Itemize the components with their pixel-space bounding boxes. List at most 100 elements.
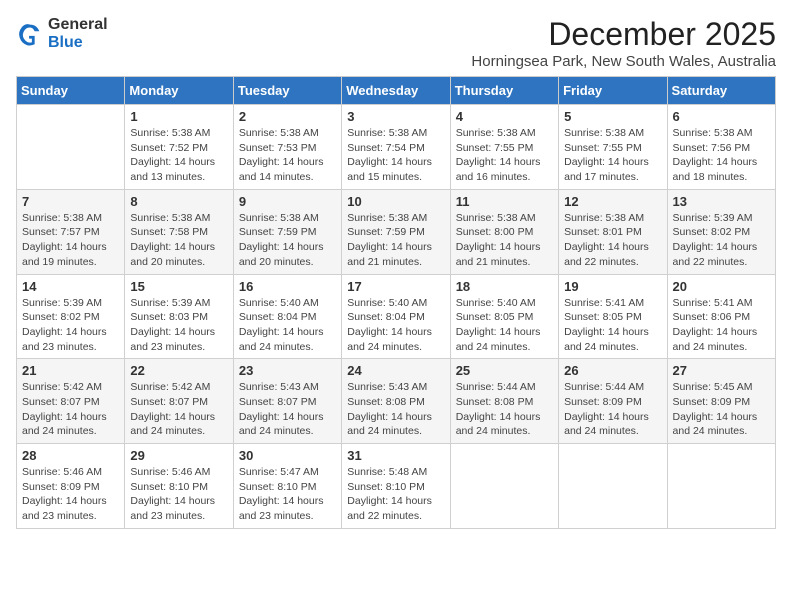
day-number: 13 (673, 194, 770, 209)
day-info: Sunrise: 5:38 AMSunset: 7:52 PMDaylight:… (130, 126, 227, 185)
month-title: December 2025 (471, 16, 776, 53)
logo-icon (16, 20, 44, 48)
calendar-table: SundayMondayTuesdayWednesdayThursdayFrid… (16, 76, 776, 529)
day-of-week-header: Wednesday (342, 77, 450, 105)
day-number: 28 (22, 448, 119, 463)
title-block: December 2025 Horningsea Park, New South… (471, 16, 776, 70)
calendar-cell: 24 Sunrise: 5:43 AMSunset: 8:08 PMDayligh… (342, 359, 450, 444)
day-info: Sunrise: 5:38 AMSunset: 8:01 PMDaylight:… (564, 211, 661, 270)
day-number: 25 (456, 363, 553, 378)
calendar-cell: 7 Sunrise: 5:38 AMSunset: 7:57 PMDaylight… (17, 189, 125, 274)
day-of-week-header: Monday (125, 77, 233, 105)
day-info: Sunrise: 5:40 AMSunset: 8:05 PMDaylight:… (456, 296, 553, 355)
calendar-week-row: 1 Sunrise: 5:38 AMSunset: 7:52 PMDaylight… (17, 105, 776, 190)
day-number: 29 (130, 448, 227, 463)
day-info: Sunrise: 5:39 AMSunset: 8:02 PMDaylight:… (673, 211, 770, 270)
calendar-cell: 4Sunrise: 5:38 AMSunset: 7:55 PMDaylight… (450, 105, 558, 190)
day-info: Sunrise: 5:38 AMSunset: 7:56 PMDaylight:… (673, 126, 770, 185)
day-number: 17 (347, 279, 444, 294)
calendar-cell: 16Sunrise: 5:40 AMSunset: 8:04 PMDayligh… (233, 274, 341, 359)
day-info: Sunrise: 5:41 AMSunset: 8:06 PMDaylight:… (673, 296, 770, 355)
day-info: Sunrise: 5:45 AMSunset: 8:09 PMDaylight:… (673, 380, 770, 439)
day-info: Sunrise: 5:44 AMSunset: 8:08 PMDaylight:… (456, 380, 553, 439)
calendar-cell: 31 Sunrise: 5:48 AMSunset: 8:10 PMDayligh… (342, 444, 450, 529)
calendar-cell: 27Sunrise: 5:45 AMSunset: 8:09 PMDayligh… (667, 359, 775, 444)
day-number: 19 (564, 279, 661, 294)
day-number: 5 (564, 109, 661, 124)
day-info: Sunrise: 5:38 AMSunset: 7:55 PMDaylight:… (564, 126, 661, 185)
calendar-cell: 2 Sunrise: 5:38 AMSunset: 7:53 PMDaylight… (233, 105, 341, 190)
calendar-cell: 26Sunrise: 5:44 AMSunset: 8:09 PMDayligh… (559, 359, 667, 444)
day-info: Sunrise: 5:43 AMSunset: 8:07 PMDaylight:… (239, 380, 336, 439)
day-info: Sunrise: 5:46 AMSunset: 8:10 PMDaylight:… (130, 465, 227, 524)
day-number: 24 (347, 363, 444, 378)
calendar-cell (450, 444, 558, 529)
logo-text: General Blue (48, 16, 108, 51)
day-info: Sunrise: 5:42 AMSunset: 8:07 PMDaylight:… (130, 380, 227, 439)
day-number: 10 (347, 194, 444, 209)
day-of-week-header: Thursday (450, 77, 558, 105)
day-of-week-header: Friday (559, 77, 667, 105)
logo-blue-text: Blue (48, 34, 108, 52)
calendar-cell: 11Sunrise: 5:38 AMSunset: 8:00 PMDayligh… (450, 189, 558, 274)
day-number: 3 (347, 109, 444, 124)
calendar-cell: 3 Sunrise: 5:38 AMSunset: 7:54 PMDaylight… (342, 105, 450, 190)
calendar-cell: 19 Sunrise: 5:41 AMSunset: 8:05 PMDayligh… (559, 274, 667, 359)
calendar-cell: 12Sunrise: 5:38 AMSunset: 8:01 PMDayligh… (559, 189, 667, 274)
day-info: Sunrise: 5:38 AMSunset: 7:59 PMDaylight:… (347, 211, 444, 270)
day-number: 21 (22, 363, 119, 378)
day-number: 23 (239, 363, 336, 378)
day-number: 26 (564, 363, 661, 378)
calendar-cell: 28Sunrise: 5:46 AMSunset: 8:09 PMDayligh… (17, 444, 125, 529)
day-of-week-header: Saturday (667, 77, 775, 105)
calendar-cell: 30Sunrise: 5:47 AMSunset: 8:10 PMDayligh… (233, 444, 341, 529)
day-info: Sunrise: 5:43 AMSunset: 8:08 PMDaylight:… (347, 380, 444, 439)
day-info: Sunrise: 5:38 AMSunset: 7:58 PMDaylight:… (130, 211, 227, 270)
day-number: 31 (347, 448, 444, 463)
day-info: Sunrise: 5:38 AMSunset: 7:53 PMDaylight:… (239, 126, 336, 185)
calendar-cell (559, 444, 667, 529)
day-info: Sunrise: 5:38 AMSunset: 8:00 PMDaylight:… (456, 211, 553, 270)
day-info: Sunrise: 5:48 AMSunset: 8:10 PMDaylight:… (347, 465, 444, 524)
calendar-cell: 18 Sunrise: 5:40 AMSunset: 8:05 PMDayligh… (450, 274, 558, 359)
calendar-cell: 9Sunrise: 5:38 AMSunset: 7:59 PMDaylight… (233, 189, 341, 274)
calendar-cell: 14 Sunrise: 5:39 AMSunset: 8:02 PMDayligh… (17, 274, 125, 359)
day-number: 15 (130, 279, 227, 294)
day-number: 20 (673, 279, 770, 294)
calendar-cell: 22 Sunrise: 5:42 AMSunset: 8:07 PMDayligh… (125, 359, 233, 444)
day-info: Sunrise: 5:38 AMSunset: 7:55 PMDaylight:… (456, 126, 553, 185)
calendar-week-row: 28Sunrise: 5:46 AMSunset: 8:09 PMDayligh… (17, 444, 776, 529)
day-of-week-header: Tuesday (233, 77, 341, 105)
day-info: Sunrise: 5:41 AMSunset: 8:05 PMDaylight:… (564, 296, 661, 355)
day-info: Sunrise: 5:39 AMSunset: 8:02 PMDaylight:… (22, 296, 119, 355)
day-info: Sunrise: 5:38 AMSunset: 7:57 PMDaylight:… (22, 211, 119, 270)
day-number: 30 (239, 448, 336, 463)
calendar-cell: 17 Sunrise: 5:40 AMSunset: 8:04 PMDayligh… (342, 274, 450, 359)
day-of-week-header: Sunday (17, 77, 125, 105)
day-number: 14 (22, 279, 119, 294)
calendar-cell: 23 Sunrise: 5:43 AMSunset: 8:07 PMDayligh… (233, 359, 341, 444)
calendar-cell: 13 Sunrise: 5:39 AMSunset: 8:02 PMDayligh… (667, 189, 775, 274)
calendar-week-row: 14 Sunrise: 5:39 AMSunset: 8:02 PMDayligh… (17, 274, 776, 359)
logo: General Blue (16, 16, 108, 51)
day-info: Sunrise: 5:42 AMSunset: 8:07 PMDaylight:… (22, 380, 119, 439)
calendar-cell: 1 Sunrise: 5:38 AMSunset: 7:52 PMDaylight… (125, 105, 233, 190)
day-info: Sunrise: 5:40 AMSunset: 8:04 PMDaylight:… (239, 296, 336, 355)
day-number: 22 (130, 363, 227, 378)
logo-general-text: General (48, 16, 108, 34)
day-info: Sunrise: 5:38 AMSunset: 7:54 PMDaylight:… (347, 126, 444, 185)
calendar-week-row: 21 Sunrise: 5:42 AMSunset: 8:07 PMDayligh… (17, 359, 776, 444)
day-number: 7 (22, 194, 119, 209)
location-title: Horningsea Park, New South Wales, Austra… (471, 53, 776, 70)
day-number: 18 (456, 279, 553, 294)
calendar-cell: 20 Sunrise: 5:41 AMSunset: 8:06 PMDayligh… (667, 274, 775, 359)
calendar-header-row: SundayMondayTuesdayWednesdayThursdayFrid… (17, 77, 776, 105)
day-info: Sunrise: 5:38 AMSunset: 7:59 PMDaylight:… (239, 211, 336, 270)
calendar-cell: 25 Sunrise: 5:44 AMSunset: 8:08 PMDayligh… (450, 359, 558, 444)
day-number: 1 (130, 109, 227, 124)
day-info: Sunrise: 5:40 AMSunset: 8:04 PMDaylight:… (347, 296, 444, 355)
calendar-cell (17, 105, 125, 190)
day-number: 2 (239, 109, 336, 124)
calendar-cell (667, 444, 775, 529)
page-header: General Blue December 2025 Horningsea Pa… (16, 16, 776, 70)
